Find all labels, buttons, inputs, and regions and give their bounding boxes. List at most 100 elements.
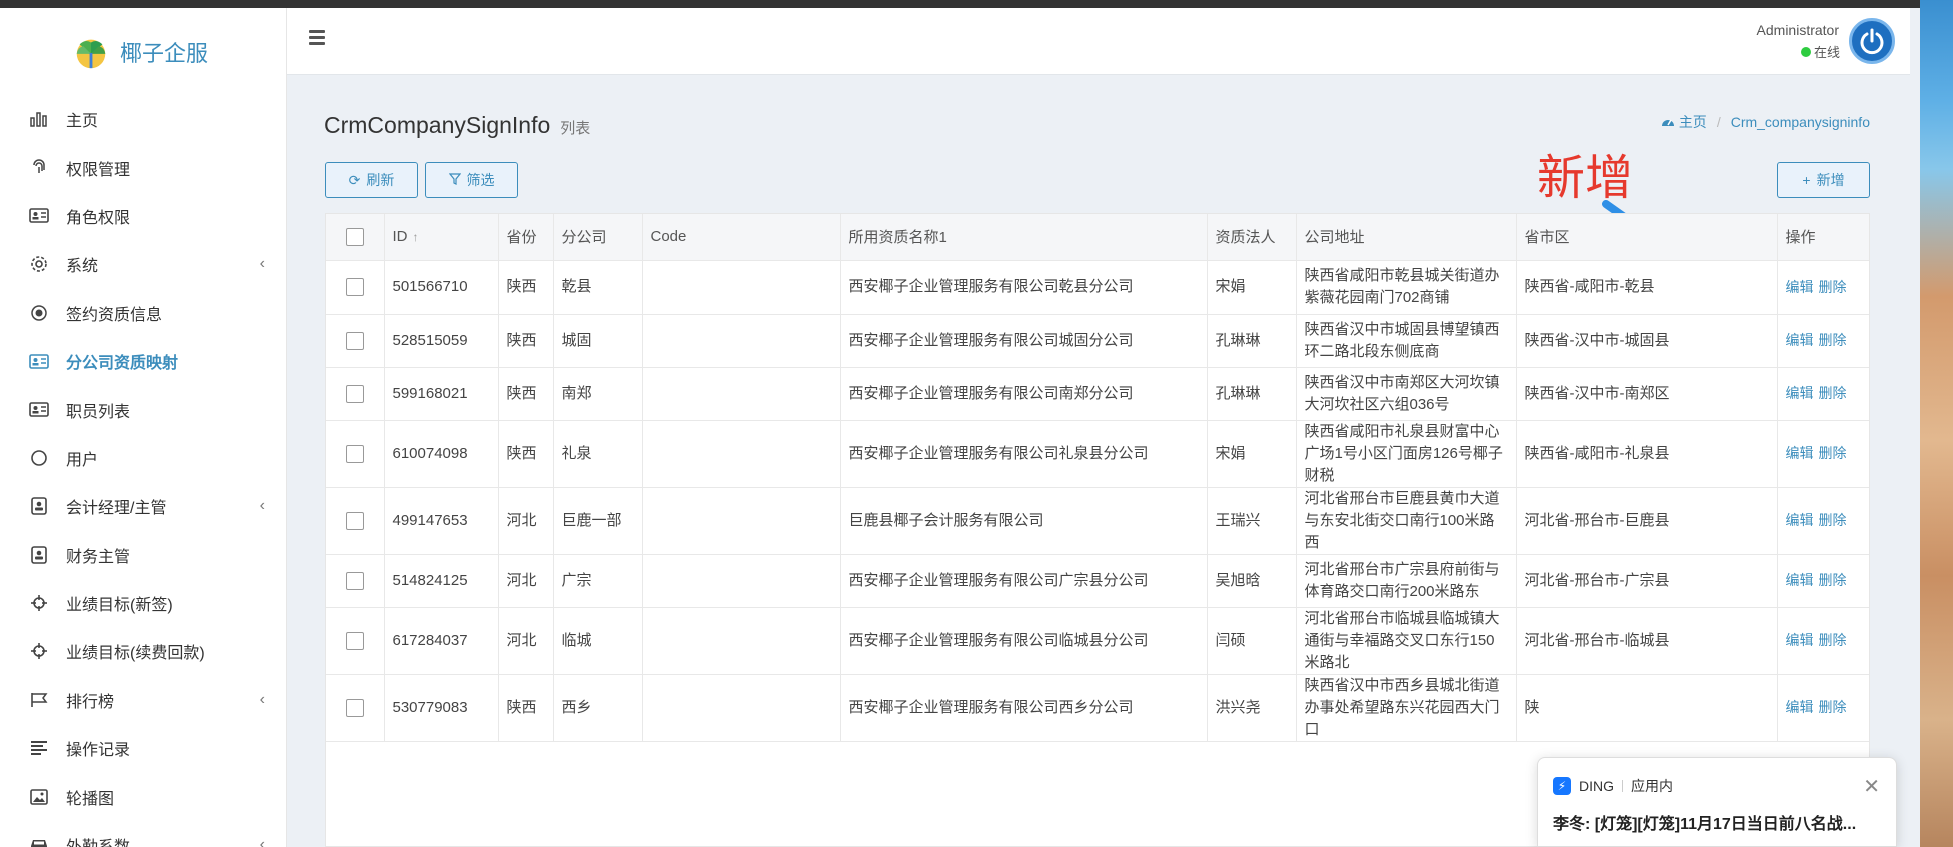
row-checkbox[interactable] xyxy=(345,631,364,650)
plus-icon: + xyxy=(1802,172,1811,188)
sidebar-item[interactable]: 权限管理 xyxy=(0,143,287,191)
cell-province: 河北 xyxy=(498,554,554,608)
sidebar-item[interactable]: 角色权限 xyxy=(0,192,287,240)
table-row[interactable]: 530779083 陕西 西乡 西安椰子企业管理服务有限公司西乡分公司 洪兴尧 陕西省汉中… xyxy=(326,674,1869,742)
edit-link[interactable]: 编辑 xyxy=(1786,699,1814,715)
column-header-id[interactable]: ID ↑ xyxy=(384,214,499,261)
cell-actions: 编辑 删除 xyxy=(1777,674,1869,742)
cell-region: 陕西省-咸阳市-乾县 xyxy=(1516,260,1778,315)
cell-address: 陕西省汉中市城固县博望镇西环二路北段东侧底商 xyxy=(1296,314,1517,368)
delete-link[interactable]: 删除 xyxy=(1819,572,1847,588)
sidebar-item[interactable]: 操作记录 xyxy=(0,724,287,772)
notification-message[interactable]: 李冬: [灯笼][灯笼]11月17日当日前八名战... xyxy=(1553,810,1856,834)
sidebar-item[interactable]: 轮播图 xyxy=(0,772,287,820)
desktop-wallpaper-edge xyxy=(1920,0,1953,847)
row-select-cell[interactable] xyxy=(326,607,385,675)
delete-link[interactable]: 删除 xyxy=(1819,512,1847,528)
sidebar-item[interactable]: 财务主管 xyxy=(0,531,287,579)
cell-region: 陕西省-汉中市-城固县 xyxy=(1516,314,1778,368)
cell-address: 河北省邢台市广宗县府前街与体育路交口南行200米路东 xyxy=(1296,554,1517,608)
filter-button[interactable]: 筛选 xyxy=(425,162,518,198)
row-checkbox[interactable] xyxy=(345,331,364,350)
edit-link[interactable]: 编辑 xyxy=(1786,445,1814,461)
row-checkbox[interactable] xyxy=(345,511,364,530)
column-header-qualification[interactable]: 所用资质名称1 xyxy=(840,214,1208,261)
avatar[interactable] xyxy=(1849,18,1895,64)
column-header-legal[interactable]: 资质法人 xyxy=(1207,214,1297,261)
select-all-cell[interactable] xyxy=(326,214,385,261)
edit-link[interactable]: 编辑 xyxy=(1786,572,1814,588)
menu-toggle-icon[interactable] xyxy=(309,30,325,45)
column-header-branch[interactable]: 分公司 xyxy=(553,214,643,261)
chevron-left-icon[interactable]: ‹ xyxy=(260,836,265,847)
delete-link[interactable]: 删除 xyxy=(1819,279,1847,295)
sidebar-item[interactable]: 用户 xyxy=(0,434,287,482)
row-checkbox[interactable] xyxy=(345,278,364,296)
chevron-left-icon[interactable]: ‹ xyxy=(260,691,265,709)
delete-link[interactable]: 删除 xyxy=(1819,699,1847,715)
chevron-left-icon[interactable]: ‹ xyxy=(260,255,265,273)
cell-id: 599168021 xyxy=(384,367,499,421)
ding-notification[interactable]: ⚡ DING 应用内 ✕ 李冬: [灯笼][灯笼]11月17日当日前八名战... xyxy=(1537,757,1897,847)
table-row[interactable]: 599168021 陕西 南郑 西安椰子企业管理服务有限公司南郑分公司 孔琳琳 陕西省汉中… xyxy=(326,367,1869,421)
add-button[interactable]: + 新增 xyxy=(1777,162,1870,198)
edit-link[interactable]: 编辑 xyxy=(1786,632,1814,648)
user-name[interactable]: Administrator xyxy=(1757,22,1839,38)
row-checkbox[interactable] xyxy=(345,444,364,463)
sidebar-item[interactable]: 签约资质信息 xyxy=(0,289,287,337)
row-checkbox[interactable] xyxy=(345,384,364,403)
column-header-region[interactable]: 省市区 xyxy=(1516,214,1778,261)
sidebar-item[interactable]: 外勤系数 ‹ xyxy=(0,821,287,847)
cell-address: 河北省邢台市巨鹿县黄巾大道与东安北街交口南行100米路西 xyxy=(1296,487,1517,555)
table-row[interactable]: 528515059 陕西 城固 西安椰子企业管理服务有限公司城固分公司 孔琳琳 陕西省汉中… xyxy=(326,314,1869,368)
close-icon[interactable]: ✕ xyxy=(1863,774,1880,799)
table-row[interactable]: 610074098 陕西 礼泉 西安椰子企业管理服务有限公司礼泉县分公司 宋娟 陕西省咸阳… xyxy=(326,420,1869,488)
delete-link[interactable]: 删除 xyxy=(1819,632,1847,648)
row-select-cell[interactable] xyxy=(326,367,385,421)
select-all-checkbox[interactable] xyxy=(345,227,364,246)
column-header-province[interactable]: 省份 xyxy=(498,214,554,261)
table-row[interactable]: 501566710 陕西 乾县 西安椰子企业管理服务有限公司乾县分公司 宋娟 陕西省咸阳市… xyxy=(326,260,1869,315)
sidebar-item[interactable]: 业绩目标(新签) xyxy=(0,579,287,627)
app-logo[interactable]: 椰子企服 xyxy=(72,34,208,70)
table-row[interactable]: 499147653 河北 巨鹿一部 巨鹿县椰子会计服务有限公司 王瑞兴 河北省邢台市巨鹿县… xyxy=(326,487,1869,555)
delete-link[interactable]: 删除 xyxy=(1819,385,1847,401)
row-select-cell[interactable] xyxy=(326,554,385,608)
chevron-left-icon[interactable]: ‹ xyxy=(260,497,265,515)
column-header-address[interactable]: 公司地址 xyxy=(1296,214,1517,261)
sidebar-item[interactable]: 分公司资质映射 xyxy=(0,337,287,385)
column-header-code[interactable]: Code xyxy=(642,214,841,261)
delete-link[interactable]: 删除 xyxy=(1819,445,1847,461)
breadcrumb-home[interactable]: 主页 xyxy=(1679,112,1707,132)
row-select-cell[interactable] xyxy=(326,260,385,315)
sidebar-item-label: 主页 xyxy=(66,113,99,131)
sort-arrow-icon[interactable]: ↑ xyxy=(413,230,419,244)
edit-link[interactable]: 编辑 xyxy=(1786,279,1814,295)
row-select-cell[interactable] xyxy=(326,314,385,368)
breadcrumb-current[interactable]: Crm_companysigninfo xyxy=(1731,114,1870,130)
sidebar-item[interactable]: 主页 xyxy=(0,95,287,143)
row-checkbox[interactable] xyxy=(345,571,364,590)
cell-address: 陕西省汉中市南郑区大河坎镇大河坎社区六组036号 xyxy=(1296,367,1517,421)
sidebar-item[interactable]: 业绩目标(续费回款) xyxy=(0,627,287,675)
sidebar-item[interactable]: 排行榜 ‹ xyxy=(0,676,287,724)
fingerprint-icon xyxy=(28,157,50,179)
row-select-cell[interactable] xyxy=(326,674,385,742)
row-select-cell[interactable] xyxy=(326,420,385,488)
sidebar-item[interactable]: 会计经理/主管 ‹ xyxy=(0,482,287,530)
row-checkbox[interactable] xyxy=(345,698,364,717)
refresh-button[interactable]: ⟳ 刷新 xyxy=(325,162,418,198)
table-row[interactable]: 617284037 河北 临城 西安椰子企业管理服务有限公司临城县分公司 闫硕 河北省邢台… xyxy=(326,607,1869,675)
power-icon xyxy=(1860,28,1884,55)
target-icon xyxy=(28,302,50,324)
sidebar-item[interactable]: 系统 ‹ xyxy=(0,240,287,288)
edit-link[interactable]: 编辑 xyxy=(1786,512,1814,528)
cell-province: 陕西 xyxy=(498,420,554,488)
cell-code xyxy=(642,420,841,488)
row-select-cell[interactable] xyxy=(326,487,385,555)
sidebar-item[interactable]: 职员列表 xyxy=(0,385,287,433)
edit-link[interactable]: 编辑 xyxy=(1786,385,1814,401)
edit-link[interactable]: 编辑 xyxy=(1786,332,1814,348)
table-row[interactable]: 514824125 河北 广宗 西安椰子企业管理服务有限公司广宗县分公司 吴旭晗 河北省邢… xyxy=(326,554,1869,608)
delete-link[interactable]: 删除 xyxy=(1819,332,1847,348)
